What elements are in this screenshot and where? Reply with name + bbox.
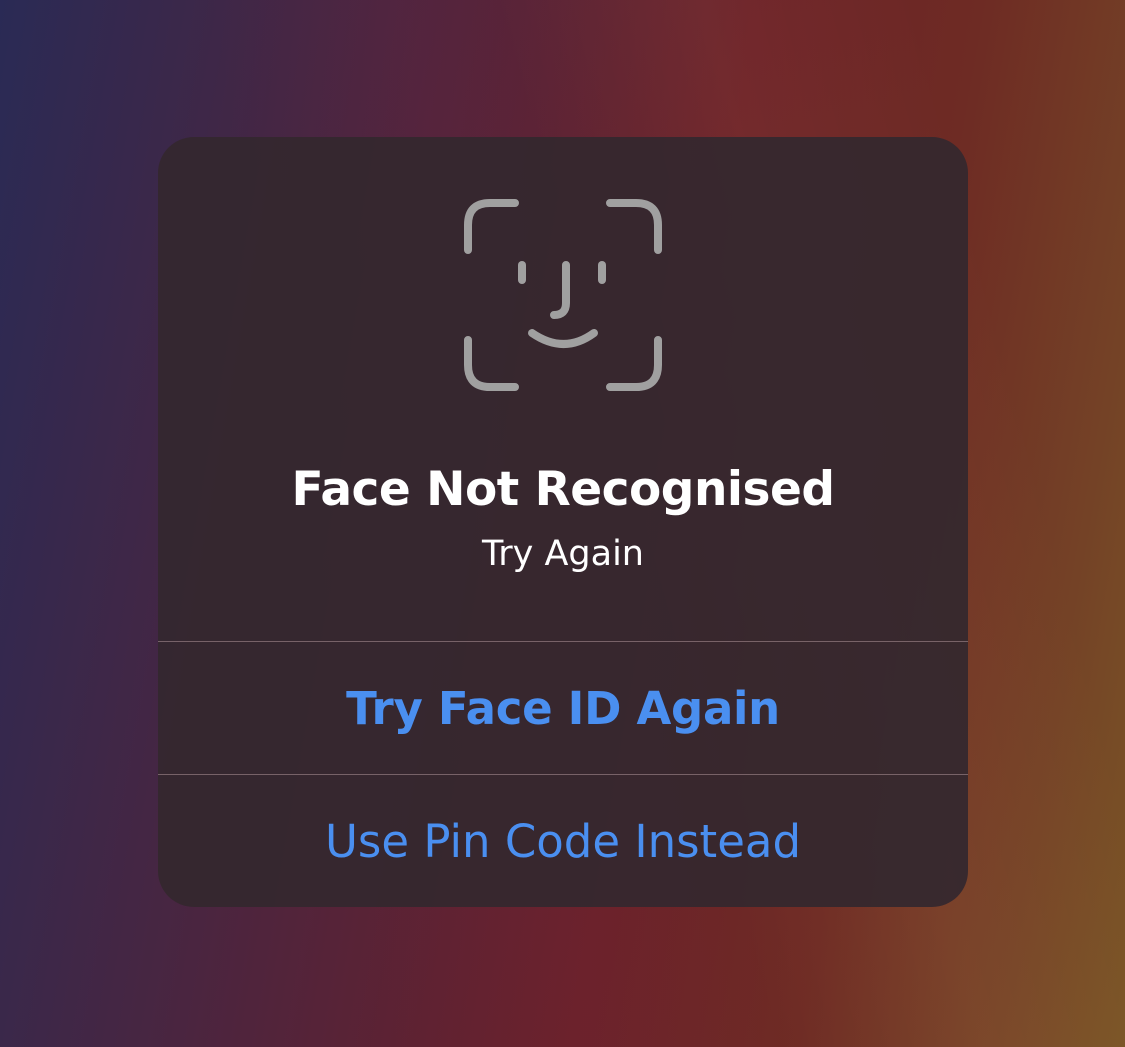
alert-title: Face Not Recognised	[291, 462, 835, 517]
use-pin-code-button[interactable]: Use Pin Code Instead	[158, 775, 968, 907]
face-id-alert: Face Not Recognised Try Again Try Face I…	[158, 137, 968, 907]
alert-message: Try Again	[482, 534, 644, 574]
try-face-id-again-button[interactable]: Try Face ID Again	[158, 642, 968, 774]
face-id-icon	[464, 199, 662, 391]
